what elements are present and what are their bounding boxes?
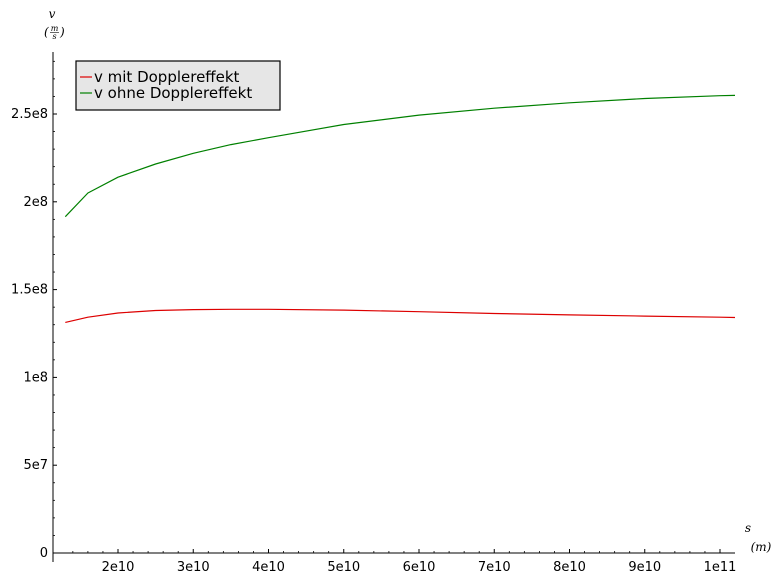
- x-axis-unit: (m): [751, 540, 772, 554]
- x-tick-label: 8e10: [553, 560, 586, 575]
- axes: [52, 52, 735, 562]
- y-unit-open-paren: (: [44, 25, 49, 39]
- line-chart: 0 5e7 1e8 1.5e8 2e8 2.5e8 2e10 3e10 4e10 5e10 6e10…: [11, 7, 772, 575]
- y-tick-label: 0: [40, 546, 48, 561]
- y-tick-label: 1.5e8: [11, 283, 48, 298]
- y-tick-label: 2.5e8: [11, 107, 48, 122]
- x-axis-label: s: [745, 521, 751, 535]
- x-tick-label: 9e10: [628, 560, 661, 575]
- legend-label-ohne-dopplereffekt: v ohne Dopplereffekt: [94, 84, 252, 102]
- ticks: 0 5e7 1e8 1.5e8 2e8 2.5e8 2e10 3e10 4e10 5e10 6e10…: [11, 60, 737, 575]
- x-tick-label: 6e10: [403, 560, 436, 575]
- y-unit-close-paren: ): [59, 25, 65, 39]
- x-tick-label: 5e10: [327, 560, 360, 575]
- x-tick-label: 7e10: [478, 560, 511, 575]
- y-tick-label: 2e8: [23, 195, 48, 210]
- x-tick-label: 1e11: [704, 560, 737, 575]
- series-line-mit-dopplereffekt: [65, 308, 736, 323]
- x-tick-label: 4e10: [252, 560, 285, 575]
- x-tick-label: 2e10: [102, 560, 135, 575]
- legend: v mit Dopplereffekt v ohne Dopplereffekt: [75, 60, 281, 111]
- y-tick-label: 5e7: [23, 458, 48, 473]
- y-axis-unit: ( m s ): [44, 24, 65, 41]
- plot-lines: [64, 94, 736, 323]
- y-axis-label: v: [49, 7, 56, 21]
- x-tick-label: 3e10: [177, 560, 210, 575]
- series-line-ohne-dopplereffekt: [64, 94, 736, 218]
- y-tick-label: 1e8: [23, 370, 48, 385]
- y-unit-denominator: s: [52, 32, 56, 41]
